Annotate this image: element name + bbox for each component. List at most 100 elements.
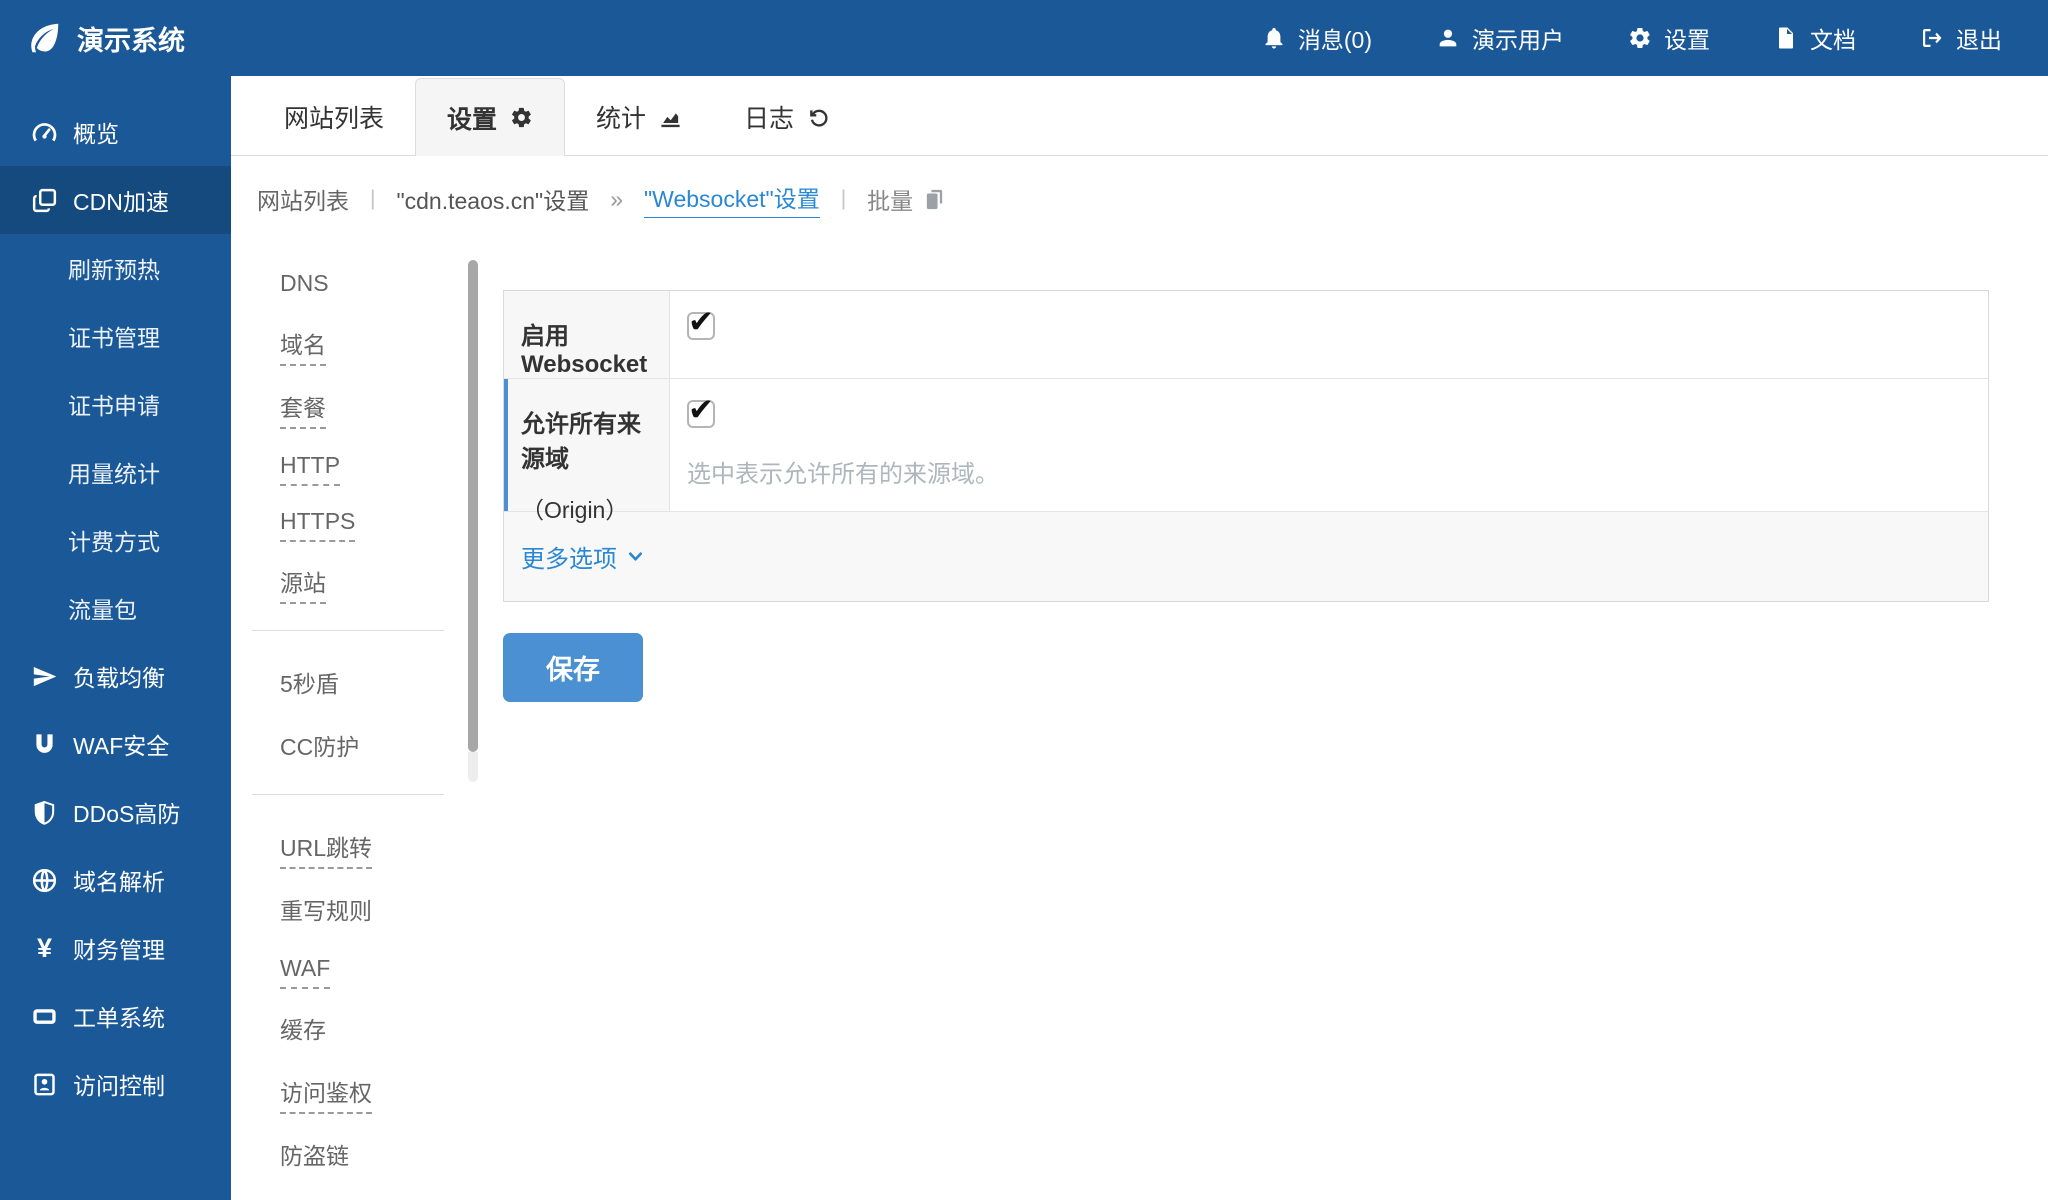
checkmark-icon: ✔: [688, 395, 714, 426]
tab-logs[interactable]: 日志: [713, 78, 861, 156]
submenu-item-origin[interactable]: 源站: [280, 564, 468, 598]
nav-settings-label: 设置: [1664, 21, 1710, 55]
sidebar-item-label: 负载均衡: [73, 659, 165, 693]
breadcrumb-batch-button[interactable]: 批量: [867, 182, 946, 216]
chevron-down-icon: [626, 547, 645, 566]
sidebar-item-label: 计费方式: [68, 523, 160, 557]
scrollbar-thumb[interactable]: [468, 260, 478, 752]
submenu-item-cc-protect[interactable]: CC防护: [280, 728, 468, 762]
nav-docs-label: 文档: [1810, 21, 1856, 55]
submenu-label: 防盗链: [280, 1143, 349, 1169]
tab-site-list[interactable]: 网站列表: [253, 78, 415, 156]
tab-label: 设置: [447, 100, 497, 136]
sidebar-item-cert-apply[interactable]: 证书申请: [0, 370, 231, 438]
form-row-enable-websocket: 启用Websocket ✔: [504, 291, 1988, 379]
sidebar-item-refresh-preheat[interactable]: 刷新预热: [0, 234, 231, 302]
magnet-icon: [31, 731, 58, 758]
brand-title: 演示系统: [77, 19, 185, 58]
form-row-allow-origins: 允许所有来源域 （Origin） ✔ 选中表示允许所有的来源域。: [504, 379, 1988, 512]
sidebar-item-label: 概览: [73, 115, 119, 149]
submenu-item-http[interactable]: HTTP: [280, 452, 468, 479]
submenu-item-waf[interactable]: WAF: [280, 955, 468, 982]
sidebar-item-label: DDoS高防: [73, 795, 180, 829]
brand-logo[interactable]: 演示系统: [26, 19, 185, 58]
sidebar-item-label: 证书管理: [68, 319, 160, 353]
top-navbar: 演示系统 消息(0) 演示用户 设置 文档 退出: [0, 0, 2048, 76]
submenu-label: CC防护: [280, 734, 359, 760]
submenu-label: HTTPS: [280, 508, 355, 542]
panel-footer: 更多选项: [504, 512, 1988, 601]
submenu-item-plan[interactable]: 套餐: [280, 389, 468, 423]
submenu-label: 访问鉴权: [280, 1080, 372, 1114]
tab-label: 统计: [596, 99, 646, 135]
sidebar-item-load-balance[interactable]: 负载均衡: [0, 642, 231, 710]
field-label: 允许所有来源域 （Origin）: [504, 379, 670, 511]
sidebar-item-overview[interactable]: 概览: [0, 98, 231, 166]
nav-docs[interactable]: 文档: [1774, 21, 1856, 55]
sidebar-item-waf-security[interactable]: WAF安全: [0, 710, 231, 778]
submenu-item-access-auth[interactable]: 访问鉴权: [280, 1074, 468, 1108]
sidebar-item-usage-stats[interactable]: 用量统计: [0, 438, 231, 506]
submenu-item-rewrite-rules[interactable]: 重写规则: [280, 892, 468, 926]
clone-icon: [31, 187, 58, 214]
sidebar-item-dns-resolve[interactable]: 域名解析: [0, 846, 231, 914]
sidebar-item-label: 财务管理: [73, 931, 165, 965]
globe-icon: [31, 867, 58, 894]
allow-origins-checkbox[interactable]: ✔: [687, 400, 715, 428]
sidebar-item-ticket-system[interactable]: 工单系统: [0, 982, 231, 1050]
sidebar-item-billing-method[interactable]: 计费方式: [0, 506, 231, 574]
nav-messages[interactable]: 消息(0): [1262, 21, 1372, 55]
submenu-label: 源站: [280, 570, 326, 604]
submenu-item-url-redirect[interactable]: URL跳转: [280, 829, 468, 863]
breadcrumb-site-list[interactable]: 网站列表: [257, 182, 349, 216]
breadcrumb-arrow: »: [610, 186, 623, 213]
logout-icon: [1920, 26, 1944, 50]
save-button[interactable]: 保存: [503, 633, 643, 702]
nav-logout[interactable]: 退出: [1920, 21, 2002, 55]
sidebar-item-label: CDN加速: [73, 183, 169, 217]
id-card-icon: [31, 1071, 58, 1098]
submenu-item-cache[interactable]: 缓存: [280, 1011, 468, 1045]
nav-logout-label: 退出: [1956, 21, 2002, 55]
sidebar-item-access-control[interactable]: 访问控制: [0, 1050, 231, 1118]
breadcrumb-separator: |: [370, 187, 375, 211]
sidebar-item-label: 域名解析: [73, 863, 165, 897]
sidebar-item-finance-manage[interactable]: ¥ 财务管理: [0, 914, 231, 982]
enable-websocket-checkbox[interactable]: ✔: [687, 312, 715, 340]
submenu-label: WAF: [280, 955, 330, 989]
document-icon: [1774, 26, 1798, 50]
more-options-label: 更多选项: [521, 539, 617, 574]
nav-settings[interactable]: 设置: [1628, 21, 1710, 55]
submenu-item-5s-shield[interactable]: 5秒盾: [280, 665, 468, 699]
nav-user[interactable]: 演示用户: [1436, 21, 1564, 55]
breadcrumb-current-page[interactable]: "Websocket"设置: [644, 180, 820, 218]
enable-websocket-label: 启用Websocket: [521, 323, 647, 378]
sidebar-item-cert-manage[interactable]: 证书管理: [0, 302, 231, 370]
leaf-icon: [26, 20, 62, 56]
tab-statistics[interactable]: 统计: [565, 78, 713, 156]
sidebar-item-label: 刷新预热: [68, 251, 160, 285]
sidebar-item-ddos-protect[interactable]: DDoS高防: [0, 778, 231, 846]
submenu-scrollbar[interactable]: [468, 260, 478, 782]
submenu-item-dns[interactable]: DNS: [280, 270, 468, 297]
user-icon: [1436, 26, 1460, 50]
more-options-link[interactable]: 更多选项: [521, 539, 645, 574]
breadcrumb-site-settings[interactable]: "cdn.teaos.cn"设置: [396, 182, 589, 216]
sidebar-item-label: 用量统计: [68, 455, 160, 489]
allow-origins-sublabel: （Origin）: [521, 491, 663, 525]
checkmark-icon: ✔: [688, 307, 714, 338]
submenu-label: 缓存: [280, 1017, 326, 1043]
sidebar-item-traffic-package[interactable]: 流量包: [0, 574, 231, 642]
tab-settings[interactable]: 设置: [415, 78, 565, 156]
top-nav: 消息(0) 演示用户 设置 文档 退出: [1262, 21, 2002, 55]
gear-icon: [510, 106, 533, 129]
sidebar-item-cdn[interactable]: CDN加速: [0, 166, 231, 234]
submenu-item-hotlink-protect[interactable]: 防盗链: [280, 1137, 468, 1171]
settings-panel: 启用Websocket ✔ 允许所有来源域 （Origin）: [503, 290, 1989, 602]
copy-icon: [923, 188, 946, 211]
scrollbar-track[interactable]: [468, 752, 478, 782]
submenu-label: 重写规则: [280, 898, 372, 924]
tab-bar: 网站列表 设置 统计 日志: [231, 76, 2048, 156]
submenu-item-domain[interactable]: 域名: [280, 326, 468, 360]
submenu-item-https[interactable]: HTTPS: [280, 508, 468, 535]
